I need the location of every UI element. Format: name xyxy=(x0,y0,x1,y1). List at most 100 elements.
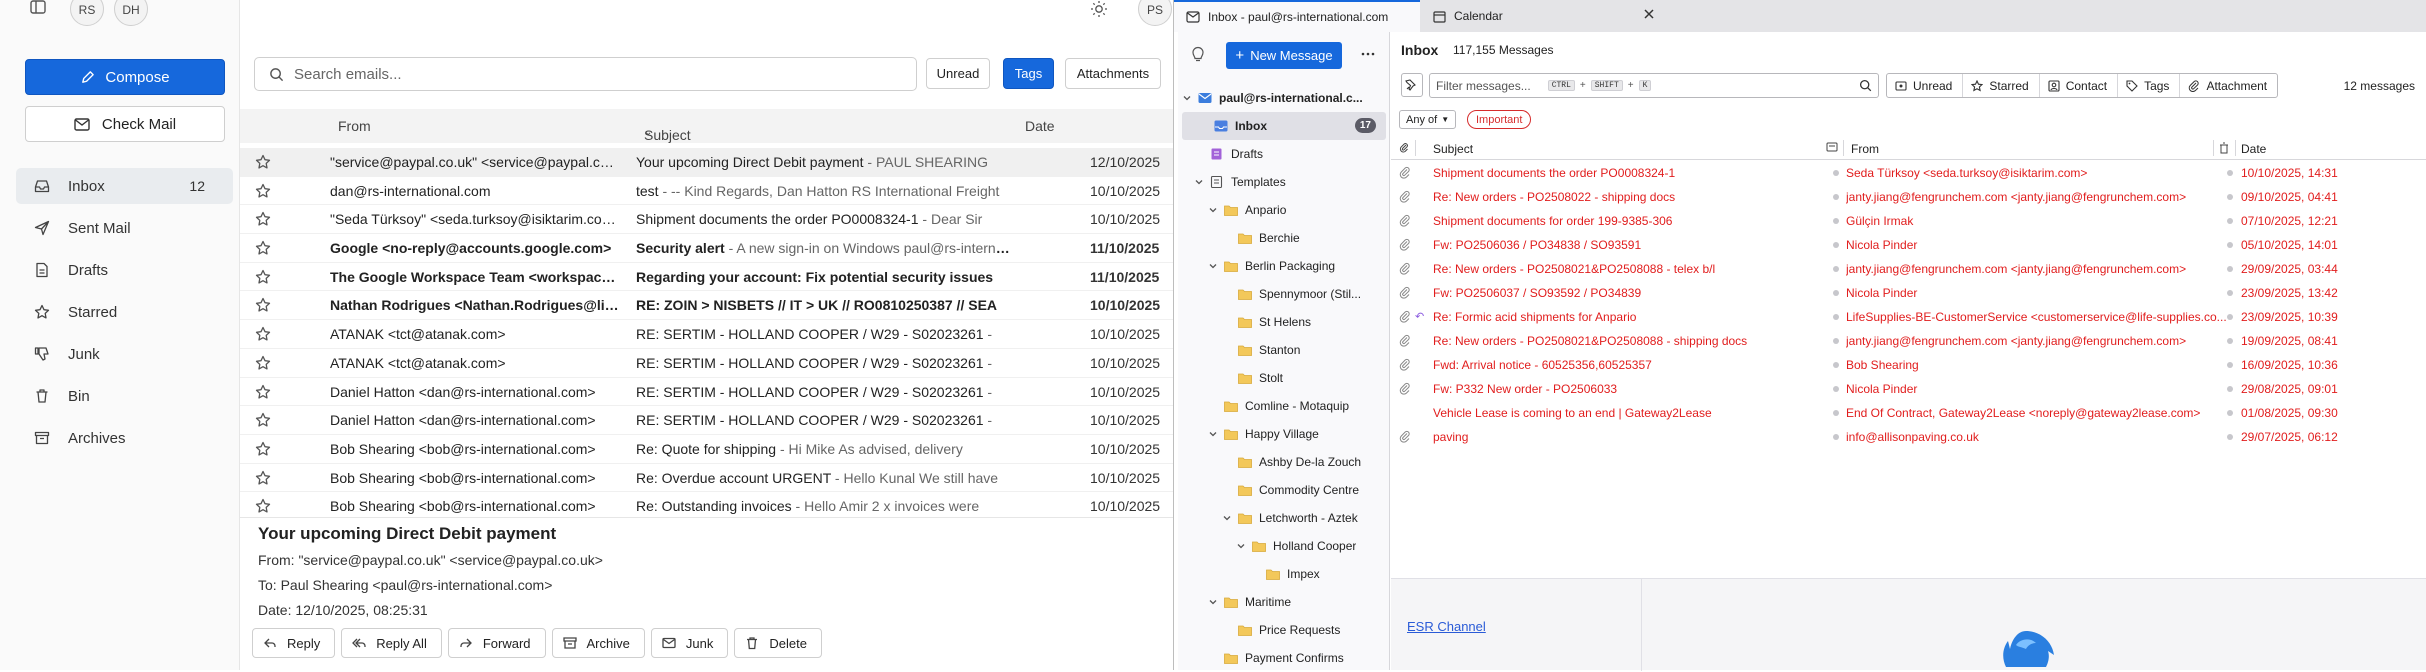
mail-row[interactable]: Bob Shearing <bob@rs-international.com> R… xyxy=(240,464,1173,493)
more-options-icon[interactable] xyxy=(1360,46,1376,62)
chevron-down-icon[interactable] xyxy=(1208,597,1218,607)
message-row[interactable]: Fw: P332 New order - PO2506033 Nicola Pin… xyxy=(1391,377,2426,401)
any-of-dropdown[interactable]: Any of ▼ xyxy=(1399,110,1457,129)
tab-calendar[interactable]: Calendar xyxy=(1421,0,1664,32)
star-icon[interactable] xyxy=(255,470,271,486)
column-date[interactable]: Date xyxy=(2241,142,2266,156)
qf-contact-button[interactable]: Contact xyxy=(2040,74,2119,97)
folder-item[interactable]: Maritime xyxy=(1178,588,1390,616)
tab-inbox[interactable]: Inbox - paul@rs-international.com xyxy=(1174,0,1420,32)
message-row[interactable]: Fwd: Arrival notice - 60525356,60525357 B… xyxy=(1391,353,2426,377)
read-status-dot[interactable] xyxy=(1833,266,1839,272)
folder-item[interactable]: Inbox 17 xyxy=(1182,112,1386,140)
star-icon[interactable] xyxy=(255,240,271,256)
chevron-down-icon[interactable] xyxy=(1208,261,1218,271)
message-row[interactable]: Fw: PO2506037 / SO93592 / PO34839 Nicola … xyxy=(1391,281,2426,305)
qf-tags-button[interactable]: Tags xyxy=(2118,74,2181,97)
reply-button[interactable]: Reply xyxy=(252,628,336,658)
column-subject[interactable]: Subject xyxy=(1433,142,1473,156)
folder-item[interactable]: Impex xyxy=(1178,560,1390,588)
read-status-dot[interactable] xyxy=(1833,170,1839,176)
star-icon[interactable] xyxy=(255,211,271,227)
nav-item-starred[interactable]: Starred xyxy=(16,294,233,330)
thread-icon[interactable] xyxy=(1826,142,1838,152)
nav-item-bin[interactable]: Bin xyxy=(16,378,233,414)
message-row[interactable]: Shipment documents for order 199-9385-30… xyxy=(1391,209,2426,233)
read-status-dot[interactable] xyxy=(1833,434,1839,440)
column-date[interactable]: Date xyxy=(1025,118,1055,134)
paperclip-icon[interactable] xyxy=(1399,142,1409,154)
chevron-down-icon[interactable] xyxy=(1236,541,1246,551)
sun-icon[interactable] xyxy=(1090,0,1108,18)
junk-status-dot[interactable] xyxy=(2227,194,2233,200)
archive-button[interactable]: Archive xyxy=(551,628,645,658)
delete-button[interactable]: Delete xyxy=(734,628,822,658)
folder-item[interactable]: Spennymoor (Stil... xyxy=(1178,280,1390,308)
folder-item[interactable]: Ashby De-la Zouch xyxy=(1178,448,1390,476)
folder-item[interactable]: Comline - Motaquip xyxy=(1178,392,1390,420)
qf-starred-button[interactable]: Starred xyxy=(1963,74,2040,97)
avatar-rs[interactable]: RS xyxy=(70,0,104,26)
junk-status-dot[interactable] xyxy=(2227,410,2233,416)
folder-item[interactable]: Berlin Packaging xyxy=(1178,252,1390,280)
message-row[interactable]: Re: New orders - PO2508021&PO2508088 - s… xyxy=(1391,329,2426,353)
star-icon[interactable] xyxy=(255,297,271,313)
star-icon[interactable] xyxy=(255,154,271,170)
check-mail-button[interactable]: Check Mail xyxy=(25,106,225,142)
junk-status-icon[interactable] xyxy=(2219,142,2229,154)
close-icon[interactable] xyxy=(1642,7,1656,21)
read-status-dot[interactable] xyxy=(1833,410,1839,416)
folder-item[interactable]: Commodity Centre xyxy=(1178,476,1390,504)
junk-status-dot[interactable] xyxy=(2227,266,2233,272)
qf-attachment-button[interactable]: Attachment xyxy=(2180,74,2277,97)
folder-item[interactable]: Drafts xyxy=(1178,140,1390,168)
filter-messages-input[interactable]: Filter messages... CTRL + SHIFT + K xyxy=(1429,73,1879,98)
star-icon[interactable] xyxy=(255,498,271,514)
mail-row[interactable]: Daniel Hatton <dan@rs-international.com>… xyxy=(240,378,1173,407)
folder-item[interactable]: Happy Village xyxy=(1178,420,1390,448)
search-input[interactable]: Search emails... xyxy=(254,57,917,91)
read-status-dot[interactable] xyxy=(1833,314,1839,320)
message-row[interactable]: Fw: PO2506036 / PO34838 / SO93591 Nicola … xyxy=(1391,233,2426,257)
star-icon[interactable] xyxy=(255,355,271,371)
user-avatar[interactable]: PS xyxy=(1138,0,1172,26)
mail-row[interactable]: "Seda Türksoy" <seda.turksoy@isiktarim.c… xyxy=(240,205,1173,235)
filter-unread-button[interactable]: Unread xyxy=(926,58,990,89)
filter-tags-button[interactable]: Tags xyxy=(1003,58,1054,89)
star-icon[interactable] xyxy=(255,384,271,400)
filter-attachments-button[interactable]: Attachments xyxy=(1065,58,1161,89)
read-status-dot[interactable] xyxy=(1833,242,1839,248)
nav-item-sent[interactable]: Sent Mail xyxy=(16,210,233,246)
pin-filter-button[interactable] xyxy=(1401,73,1423,97)
star-icon[interactable] xyxy=(255,326,271,342)
chevron-down-icon[interactable] xyxy=(1208,205,1218,215)
avatar-dh[interactable]: DH xyxy=(114,0,148,26)
junk-status-dot[interactable] xyxy=(2227,362,2233,368)
message-row[interactable]: Re: New orders - PO2508022 - shipping do… xyxy=(1391,185,2426,209)
junk-status-dot[interactable] xyxy=(2227,338,2233,344)
chevron-down-icon[interactable] xyxy=(1182,93,1192,103)
message-row[interactable]: Vehicle Lease is coming to an end | Gate… xyxy=(1391,401,2426,425)
junk-status-dot[interactable] xyxy=(2227,218,2233,224)
forward-button[interactable]: Forward xyxy=(447,628,546,658)
message-row[interactable]: Shipment documents the order PO0008324-1… xyxy=(1391,161,2426,185)
folder-item[interactable]: paul@rs-international.c... xyxy=(1178,84,1390,112)
chevron-down-icon[interactable] xyxy=(1208,429,1218,439)
column-from[interactable]: From xyxy=(1851,142,1879,156)
read-status-dot[interactable] xyxy=(1833,362,1839,368)
esr-channel-link[interactable]: ESR Channel xyxy=(1407,619,1486,634)
read-status-dot[interactable] xyxy=(1833,338,1839,344)
message-row[interactable]: Re: New orders - PO2508021&PO2508088 - t… xyxy=(1391,257,2426,281)
star-icon[interactable] xyxy=(255,441,271,457)
nav-item-junk[interactable]: Junk xyxy=(16,336,233,372)
read-status-dot[interactable] xyxy=(1833,218,1839,224)
mail-row[interactable]: Google <no-reply@accounts.google.com> Sec… xyxy=(240,234,1173,263)
chevron-down-icon[interactable] xyxy=(1222,513,1232,523)
read-status-dot[interactable] xyxy=(1833,386,1839,392)
junk-status-dot[interactable] xyxy=(2227,170,2233,176)
read-status-dot[interactable] xyxy=(1833,290,1839,296)
star-icon[interactable] xyxy=(255,183,271,199)
compose-button[interactable]: Compose xyxy=(25,59,225,95)
junk-status-dot[interactable] xyxy=(2227,242,2233,248)
nav-item-inbox[interactable]: Inbox 12 xyxy=(16,168,233,204)
